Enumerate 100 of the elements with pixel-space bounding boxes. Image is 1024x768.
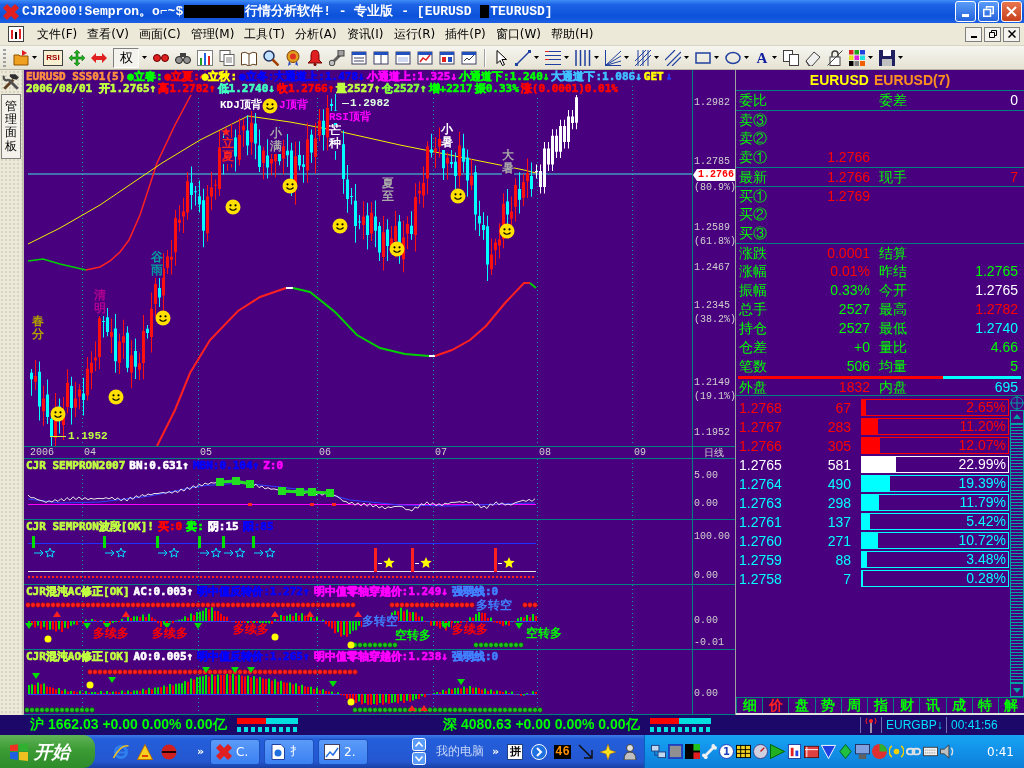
arrow-circle-icon[interactable] [531, 743, 548, 760]
lock-icon[interactable] [827, 49, 843, 66]
caret-icon[interactable] [564, 56, 569, 59]
satellite-icon[interactable] [329, 49, 345, 66]
menu-item[interactable]: 窗口(W) [490, 23, 547, 45]
report-window-icon[interactable] [439, 49, 455, 66]
text-tool-button[interactable]: A [755, 49, 769, 66]
panel-tab[interactable]: 财 [893, 698, 920, 713]
menu-item[interactable]: 查看(V) [82, 23, 134, 45]
fan-lines-icon[interactable] [605, 49, 621, 66]
menu-item[interactable]: 工具(T) [239, 23, 290, 45]
management-panel-tab[interactable]: 管理面板 [1, 94, 21, 159]
menu-item[interactable]: 插件(P) [440, 23, 491, 45]
caret-icon[interactable] [624, 56, 629, 59]
copy-icon[interactable] [783, 49, 799, 66]
diamond-icon[interactable] [838, 744, 853, 759]
menu-item[interactable]: 画面(C) [133, 23, 186, 45]
panel-tab[interactable]: 解 [997, 698, 1024, 713]
window-icon[interactable] [395, 49, 411, 66]
ellipse-icon[interactable] [725, 49, 741, 66]
network-icon[interactable] [651, 744, 666, 759]
speaker-icon[interactable] [940, 744, 955, 759]
panel-tab[interactable]: 周 [840, 698, 867, 713]
line-tool-icon[interactable] [515, 49, 531, 66]
caret-icon[interactable] [744, 56, 749, 59]
panel-tab[interactable]: 成 [945, 698, 972, 713]
triangle-down-icon[interactable] [821, 744, 836, 759]
caret-icon[interactable] [654, 56, 659, 59]
ball-icon[interactable] [161, 743, 177, 760]
columns-icon[interactable] [373, 49, 389, 66]
page-icon[interactable] [787, 744, 802, 759]
rights-dropdown[interactable]: 权 [113, 47, 139, 68]
symbol-label[interactable]: EURGBP↓ [886, 718, 942, 732]
book-icon[interactable] [804, 744, 819, 759]
rectangle-icon[interactable] [695, 49, 711, 66]
caret-icon[interactable] [534, 56, 539, 59]
minimize-button[interactable] [965, 26, 982, 42]
search-icon[interactable] [263, 49, 279, 66]
chevron-button[interactable]: » [197, 745, 205, 758]
color-square-icon[interactable] [685, 744, 700, 759]
panel-tab[interactable]: 特 [971, 698, 998, 713]
panel-tab[interactable]: 指 [866, 698, 894, 713]
pages-icon[interactable] [219, 49, 235, 66]
parallel-lines-icon[interactable] [665, 49, 681, 66]
chart-icon[interactable] [8, 26, 24, 42]
move-arrows-icon[interactable] [69, 49, 85, 66]
restore-button[interactable] [984, 26, 1001, 42]
toolbar-grip[interactable] [3, 48, 6, 67]
caret-icon[interactable] [32, 56, 37, 59]
menu-item[interactable]: 帮助(H) [546, 23, 599, 45]
caret-icon[interactable] [868, 56, 873, 59]
eraser-icon[interactable] [805, 49, 821, 66]
chart-window-icon[interactable] [417, 49, 433, 66]
start-button[interactable]: 开始 [0, 735, 95, 768]
figure-icon[interactable] [621, 743, 638, 760]
keyboard-icon[interactable] [923, 744, 938, 759]
caret-icon[interactable] [142, 56, 147, 59]
palette-icon[interactable] [849, 49, 865, 66]
medal-icon[interactable] [285, 49, 301, 66]
panel-tab[interactable]: 盘 [788, 698, 815, 713]
panel-tab[interactable]: 讯 [919, 698, 946, 713]
pointer-icon[interactable] [493, 49, 509, 66]
folder-icon[interactable] [13, 49, 29, 66]
ime-indicator[interactable]: 拼 [507, 743, 524, 760]
caret-icon[interactable] [898, 56, 903, 59]
menu-item[interactable]: 文件(F) [32, 23, 83, 45]
menu-item[interactable]: 分析(A) [290, 23, 342, 45]
grid-lines-icon[interactable] [635, 49, 651, 66]
caret-icon[interactable] [772, 56, 777, 59]
panel-tab[interactable]: 价 [762, 698, 789, 713]
line-chart-icon[interactable] [461, 49, 477, 66]
level-lines-icon[interactable] [545, 49, 561, 66]
caret-icon[interactable] [684, 56, 689, 59]
menu-item[interactable]: 资讯(I) [341, 23, 389, 45]
number-badge[interactable]: 1 [719, 744, 734, 759]
grid-icon[interactable] [736, 744, 751, 759]
book-icon[interactable] [241, 49, 257, 66]
caret-icon[interactable] [594, 56, 599, 59]
panel-icon[interactable] [351, 49, 367, 66]
vertical-lines-icon[interactable] [575, 49, 591, 66]
crosshair-icon[interactable] [1010, 396, 1024, 410]
chevron-button[interactable]: » [492, 745, 500, 758]
menu-item[interactable]: 管理(M) [185, 23, 240, 45]
caret-icon[interactable] [714, 56, 719, 59]
triangle-icon[interactable] [137, 743, 153, 760]
down-triangle-icon [329, 681, 337, 687]
bar-chart-icon[interactable] [197, 49, 213, 66]
bell-icon[interactable] [307, 49, 323, 66]
monitor-icon[interactable] [855, 744, 870, 759]
save-icon[interactable] [879, 49, 895, 66]
sparkle-icon[interactable] [599, 743, 616, 760]
close-button[interactable] [1003, 26, 1020, 42]
gauge-icon[interactable] [753, 744, 768, 759]
counter-display[interactable]: 46 [554, 744, 571, 759]
browser-icon[interactable] [113, 743, 129, 760]
rsi-button[interactable]: RSI [43, 49, 63, 66]
menu-item[interactable]: 运行(R) [388, 23, 441, 45]
panel-tab[interactable]: 势 [814, 698, 841, 713]
diagonal-arrow-icon[interactable] [577, 743, 594, 760]
tools-icon[interactable] [2, 73, 20, 91]
